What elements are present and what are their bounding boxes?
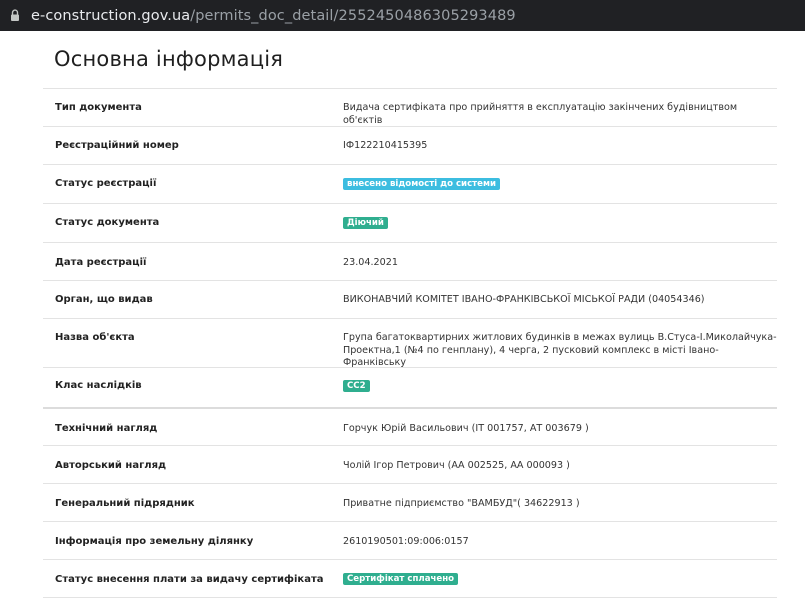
url-text[interactable]: e-construction.gov.ua/permits_doc_detail… <box>31 8 516 24</box>
info-row-label: Статус реєстрації <box>55 178 157 189</box>
info-row: Дата реєстрації 23.04.2021 <box>43 242 777 280</box>
info-row-label: Інформація про земельну ділянку <box>55 536 254 547</box>
info-row: Інформація про земельну ділянку 261019050… <box>43 521 777 559</box>
info-row: Клас наслідків СС2 <box>43 367 777 407</box>
info-row-label: Дата реєстрації <box>55 257 147 268</box>
status-badge: Діючий <box>343 217 388 229</box>
info-row: Генеральний підрядник Приватне підприємст… <box>43 483 777 521</box>
page-title: Основна інформація <box>54 47 284 71</box>
info-row-value: Група багатоквартирних житлових будинків… <box>343 332 777 368</box>
info-row: Тип документа Видача сертифіката про прий… <box>43 88 777 126</box>
info-row-value: Чолій Ігор Петрович (АА 002525, АА 00009… <box>343 460 570 471</box>
info-row: Реєстраційний номер ІФ122210415395 <box>43 126 777 164</box>
info-row: Орган, що видав ВИКОНАВЧИЙ КОМІТЕТ ІВАНО-… <box>43 280 777 318</box>
info-row: Технічний нагляд Горчук Юрій Васильович (… <box>43 407 777 445</box>
info-row-label: Генеральний підрядник <box>55 498 195 509</box>
info-row-value: ВИКОНАВЧИЙ КОМІТЕТ ІВАНО-ФРАНКІВСЬКОЇ МІ… <box>343 294 705 305</box>
status-badge: СС2 <box>343 380 370 392</box>
info-row-value: СС2 <box>343 380 777 393</box>
info-row-label: Статус документа <box>55 217 160 228</box>
info-row: Статус реєстрації внесено відомості до си… <box>43 164 777 203</box>
info-table: Тип документа Видача сертифіката про прий… <box>43 88 777 598</box>
status-badge: Сертифікат сплачено <box>343 573 459 585</box>
info-row-value: Приватне підприємство "ВАМБУД"( 34622913… <box>343 498 580 509</box>
info-row-value: внесено відомості до системи <box>343 178 777 191</box>
info-row-label: Статус внесення плати за видачу сертифік… <box>55 574 324 585</box>
info-row-value: 23.04.2021 <box>343 257 398 268</box>
page-content: Основна інформація Тип документа Видача с… <box>0 31 805 606</box>
info-row-value: 2610190501:09:006:0157 <box>343 536 469 547</box>
info-row: Авторський нагляд Чолій Ігор Петрович (АА… <box>43 445 777 483</box>
info-row-label: Назва об'єкта <box>55 332 135 343</box>
info-row-label: Клас наслідків <box>55 380 142 391</box>
info-row: Назва об'єкта Група багатоквартирних житл… <box>43 318 777 368</box>
info-row-label: Орган, що видав <box>55 294 153 305</box>
info-row-label: Технічний нагляд <box>55 423 158 434</box>
info-row-value: Діючий <box>343 217 777 230</box>
info-row-value: Сертифікат сплачено <box>343 573 777 586</box>
url-path: /permits_doc_detail/2552450486305293489 <box>190 7 516 24</box>
table-bottom-divider <box>43 597 777 598</box>
info-row-value: ІФ122210415395 <box>343 140 428 151</box>
info-row: Статус документа Діючий <box>43 203 777 242</box>
status-badge: внесено відомості до системи <box>343 178 501 190</box>
info-row-value: Горчук Юрій Васильович (ІТ 001757, АТ 00… <box>343 423 589 434</box>
info-row-label: Реєстраційний номер <box>55 140 179 151</box>
address-bar[interactable]: e-construction.gov.ua/permits_doc_detail… <box>0 0 805 31</box>
info-row: Статус внесення плати за видачу сертифік… <box>43 559 777 597</box>
url-domain: e-construction.gov.ua <box>31 7 191 24</box>
info-row-label: Авторський нагляд <box>55 460 167 471</box>
lock-icon[interactable] <box>9 9 21 23</box>
info-row-label: Тип документа <box>55 102 142 113</box>
info-row-value: Видача сертифіката про прийняття в експл… <box>343 102 738 126</box>
